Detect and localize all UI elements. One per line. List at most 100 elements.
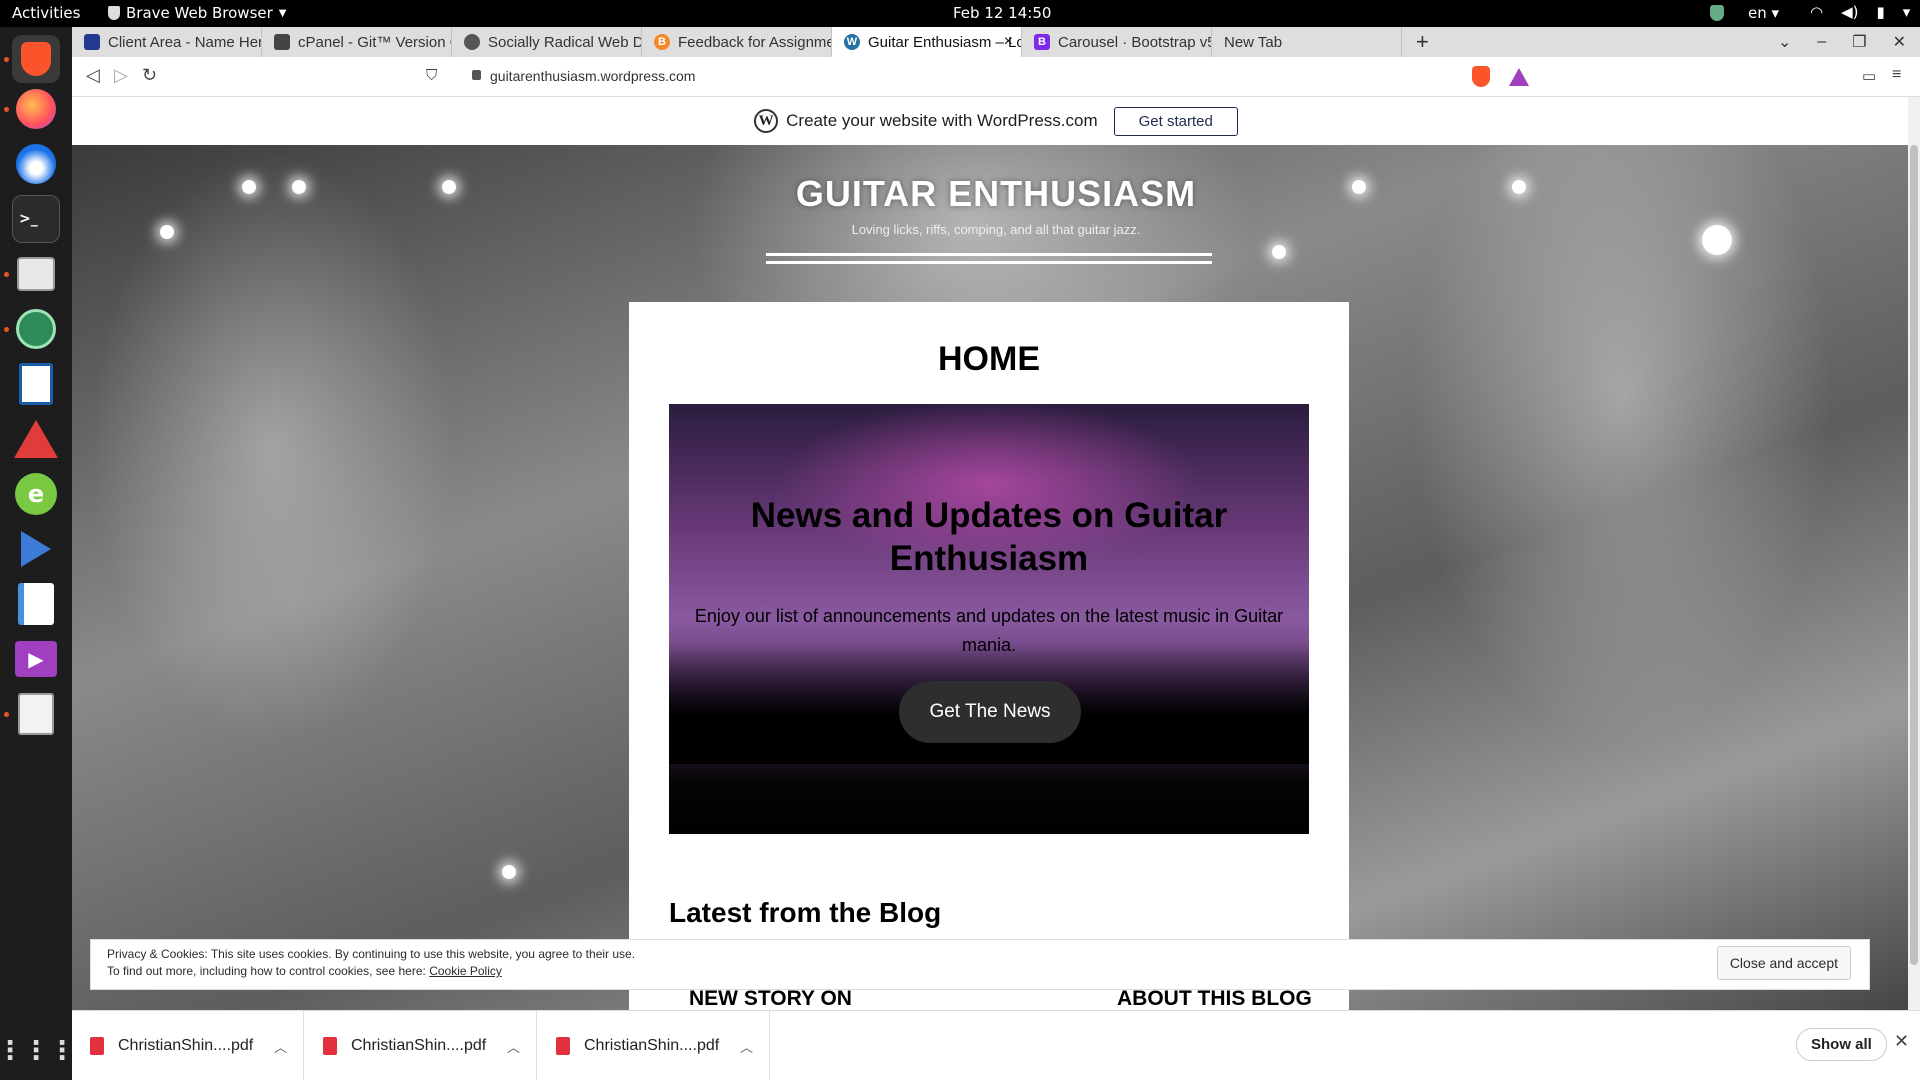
lock-icon <box>472 70 481 80</box>
brave-rewards-icon[interactable] <box>1509 68 1529 86</box>
app-icon-red[interactable] <box>12 415 60 463</box>
show-all-downloads-button[interactable]: Show all <box>1796 1028 1887 1061</box>
close-tab-icon[interactable]: × <box>1004 33 1013 51</box>
namehero-favicon-icon <box>84 34 100 50</box>
tab-title: Feedback for Assignment 1: <box>678 33 831 51</box>
show-apps-icon[interactable]: ⋮⋮⋮ <box>0 1027 75 1075</box>
wordpress-promo-bar: W Create your website with WordPress.com… <box>72 97 1920 145</box>
language-indicator[interactable]: en ▾ <box>1748 4 1779 22</box>
download-filename: ChristianShin....pdf <box>351 1037 487 1054</box>
download-item[interactable]: ChristianShin....pdf ︿ <box>538 1011 770 1080</box>
document-viewer-icon[interactable] <box>12 690 60 738</box>
language-label: en <box>1748 4 1767 22</box>
wordpress-favicon-icon: W <box>844 34 860 50</box>
running-indicator <box>4 107 9 112</box>
maximize-icon[interactable]: ❐ <box>1852 32 1866 52</box>
chevron-up-icon[interactable]: ︿ <box>507 1037 520 1056</box>
menu-icon[interactable]: ≡ <box>1892 66 1901 84</box>
evernote-icon[interactable]: e <box>12 470 60 518</box>
running-indicator <box>4 327 9 332</box>
close-window-icon[interactable]: ✕ <box>1893 32 1906 52</box>
libreoffice-impress-icon[interactable] <box>12 360 60 408</box>
shield-tray-icon[interactable] <box>1710 5 1724 21</box>
new-tab-button[interactable]: + <box>1402 27 1442 57</box>
cookie-notice-prefix: To find out more, including how to contr… <box>107 964 430 978</box>
stage-light <box>1272 245 1286 259</box>
brave-shields-icon[interactable] <box>1472 66 1490 87</box>
chevron-up-icon[interactable]: ︿ <box>274 1037 287 1056</box>
media-player-icon[interactable]: ▶ <box>12 635 60 683</box>
wallet-icon[interactable]: ▭ <box>1862 67 1876 85</box>
minimize-icon[interactable]: – <box>1817 33 1826 51</box>
clock[interactable]: Feb 12 14:50 <box>953 4 1051 22</box>
hero-title: News and Updates on Guitar Enthusiasm <box>750 496 1228 578</box>
brave-icon[interactable] <box>12 35 60 83</box>
tab-title: New Tab <box>1224 33 1283 51</box>
chevron-down-icon: ▼ <box>278 7 287 19</box>
tab-cpanel[interactable]: cPanel - Git™ Version Control <box>262 27 452 57</box>
thunderbird-icon[interactable] <box>12 140 60 188</box>
tab-client-area[interactable]: Client Area - Name Hero <box>72 27 262 57</box>
text-editor-icon[interactable] <box>12 580 60 628</box>
tab-title: Guitar Enthusiasm – Lovin <box>868 33 1021 51</box>
tab-search-chevron-icon[interactable]: ⌄ <box>1778 32 1791 52</box>
wordpress-logo-icon: W <box>754 109 779 133</box>
about-blog-heading: ABOUT THIS BLOG <box>1117 987 1312 1010</box>
tab-socially-radical[interactable]: Socially Radical Web Design <box>452 27 642 57</box>
wifi-icon[interactable]: ◠ <box>1810 3 1823 21</box>
brave-small-icon <box>108 6 120 20</box>
blog-section-heading: Latest from the Blog <box>669 897 942 928</box>
scrollbar-thumb[interactable] <box>1910 145 1918 965</box>
running-indicator <box>4 272 9 277</box>
battery-icon[interactable]: ▮ <box>1876 3 1884 21</box>
site-title[interactable]: GUITAR ENTHUSIASM <box>72 173 1920 215</box>
app-name: Brave Web Browser <box>126 4 273 22</box>
get-started-button[interactable]: Get started <box>1113 106 1238 136</box>
app-icon-blue[interactable] <box>12 525 60 573</box>
tab-new-tab[interactable]: New Tab <box>1212 27 1402 57</box>
download-item[interactable]: ChristianShin....pdf ︿ <box>305 1011 537 1080</box>
app-menu[interactable]: Brave Web Browser ▼ <box>108 4 286 22</box>
tab-guitar-enthusiasm[interactable]: W Guitar Enthusiasm – Lovin × <box>832 27 1022 57</box>
atom-icon[interactable] <box>12 305 60 353</box>
page-scrollbar[interactable] <box>1908 97 1920 1010</box>
new-story-heading: NEW STORY ON <box>689 987 852 1010</box>
files-icon[interactable] <box>12 250 60 298</box>
title-rule-top <box>766 253 1212 256</box>
tab-title: Carousel · Bootstrap v5.1 <box>1058 33 1212 51</box>
close-and-accept-button[interactable]: Close and accept <box>1716 946 1851 980</box>
tab-title: Client Area - Name Hero <box>108 33 262 51</box>
firefox-icon[interactable] <box>12 85 60 133</box>
system-top-bar: Activities Brave Web Browser ▼ Feb 12 14… <box>0 0 1920 27</box>
bookmark-icon[interactable]: ⛉ <box>426 67 437 84</box>
forward-icon[interactable]: ▷ <box>114 65 128 86</box>
close-downloads-bar-icon[interactable]: ✕ <box>1894 1031 1909 1052</box>
download-item[interactable]: ChristianShin....pdf ︿ <box>72 1011 304 1080</box>
cookie-policy-link[interactable]: Cookie Policy <box>429 964 502 978</box>
site-tagline: Loving licks, riffs, comping, and all th… <box>851 222 1141 237</box>
downloads-bar: ChristianShin....pdf ︿ ChristianShin....… <box>72 1010 1920 1080</box>
get-the-news-button[interactable]: Get The News <box>899 681 1081 743</box>
running-indicator <box>4 57 9 62</box>
tab-feedback[interactable]: B Feedback for Assignment 1: <box>642 27 832 57</box>
back-icon[interactable]: ◁ <box>86 65 100 86</box>
terminal-icon[interactable]: >_ <box>12 195 60 243</box>
cookie-banner: Privacy & Cookies: This site uses cookie… <box>90 939 1870 990</box>
hero-description: Enjoy our list of announcements and upda… <box>694 606 1284 655</box>
cookie-notice-text: Privacy & Cookies: This site uses cookie… <box>107 947 636 961</box>
pdf-file-icon <box>556 1037 570 1055</box>
tab-title: Socially Radical Web Design <box>488 33 641 51</box>
download-filename: ChristianShin....pdf <box>584 1037 720 1054</box>
power-menu-icon[interactable]: ▾ <box>1903 3 1911 21</box>
title-rule-lower-visible <box>766 261 1212 264</box>
hero-cover-block: News and Updates on Guitar Enthusiasm En… <box>669 404 1309 834</box>
tab-carousel-bootstrap[interactable]: B Carousel · Bootstrap v5.1 <box>1022 27 1212 57</box>
page-title: HOME <box>938 340 1040 378</box>
chevron-up-icon[interactable]: ︿ <box>740 1037 753 1056</box>
wp-promo-text[interactable]: Create your website with WordPress.com <box>786 111 1097 131</box>
bitcoin-favicon-icon: B <box>654 34 670 50</box>
volume-icon[interactable]: ◀) <box>1841 3 1858 21</box>
reload-icon[interactable]: ↻ <box>142 65 157 86</box>
activities-button[interactable]: Activities <box>12 4 80 22</box>
url-field[interactable]: guitarenthusiasm.wordpress.com <box>490 68 695 84</box>
